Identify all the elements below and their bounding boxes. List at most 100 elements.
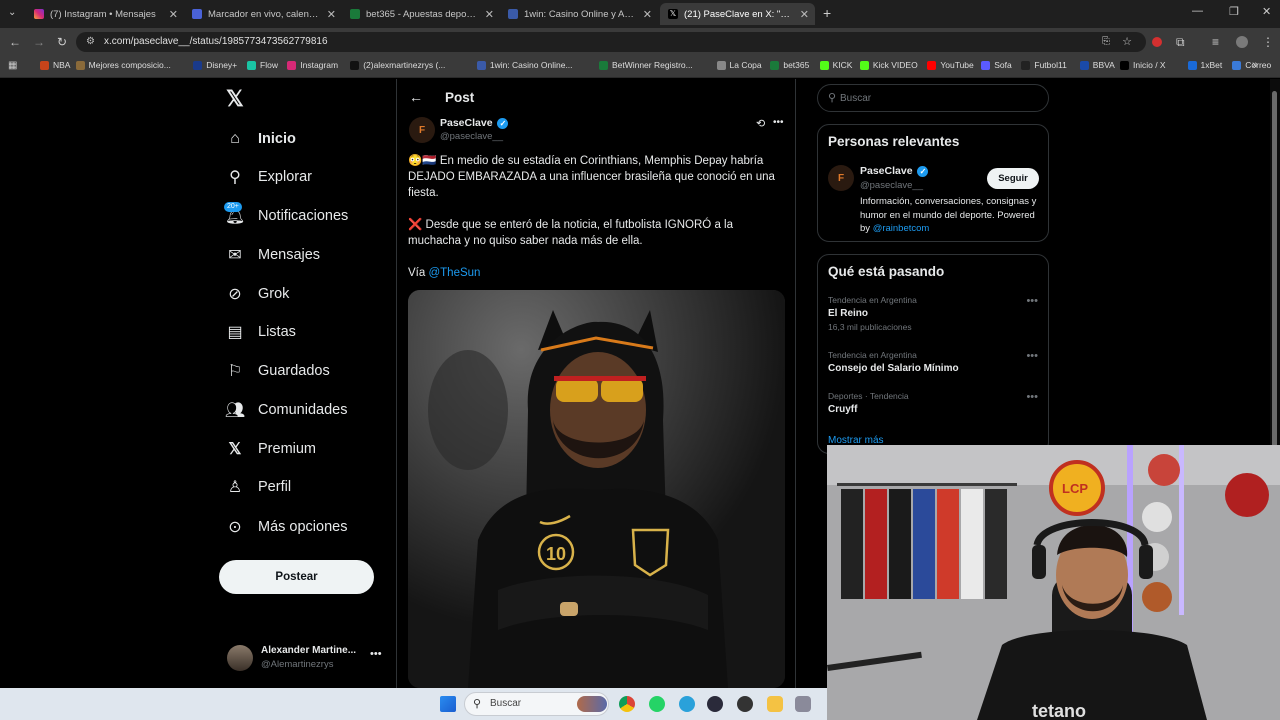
obs-icon[interactable] (737, 696, 753, 712)
bookmark-item[interactable]: BetWinner Registro... (598, 60, 693, 70)
author-avatar[interactable]: F (409, 117, 435, 143)
back-icon[interactable]: ← (9, 35, 21, 49)
apps-grid-icon[interactable]: ▦ (8, 60, 17, 71)
bookmark-item[interactable]: Flow (247, 60, 278, 70)
bookmark-item[interactable]: KICK (819, 60, 852, 70)
list-icon: ▤ (227, 324, 243, 341)
bookmark-item[interactable]: YouTube (927, 60, 974, 70)
page-title: Post (445, 90, 475, 105)
sidebar-item-explorar[interactable]: ⚲ Explorar (224, 162, 312, 192)
sidebar-item-notificaciones[interactable]: 🔔︎ 20+ Notificaciones (224, 201, 348, 231)
bookmark-item[interactable]: Inicio / X (1120, 60, 1166, 70)
tab-instagram[interactable]: (7) Instagram • Mensajes ✕ (28, 3, 178, 25)
tab-search-icon[interactable]: ⌄ (8, 7, 16, 18)
bookmark-item[interactable]: 1win: Casino Online... (476, 60, 573, 70)
forward-icon[interactable]: → (33, 35, 45, 49)
tab-marcador[interactable]: Marcador en vivo, calendario y ✕ (186, 3, 336, 25)
app-icon[interactable] (707, 696, 723, 712)
bookmark-favicon-icon (350, 60, 360, 70)
windows-start-icon[interactable] (440, 696, 456, 712)
trend-item[interactable]: Deportes · Tendencia Cruyff (828, 391, 1040, 415)
bookmark-item[interactable]: La Copa (716, 60, 762, 70)
close-icon[interactable]: ✕ (485, 8, 494, 21)
relevant-avatar[interactable]: F (828, 165, 854, 191)
install-icon[interactable]: ⎘ (1102, 32, 1110, 52)
scrollbar-thumb[interactable] (1272, 91, 1277, 451)
site-info-icon[interactable]: ⚙ (86, 32, 95, 52)
bookmark-item[interactable]: Sofa (981, 60, 1012, 70)
bookmark-favicon-icon (770, 60, 780, 70)
bookmark-item[interactable]: NBA (40, 60, 70, 70)
trend-context: Tendencia en Argentina (828, 350, 917, 360)
more-icon[interactable]: ••• (370, 648, 382, 660)
trend-item[interactable]: Tendencia en Argentina Consejo del Salar… (828, 350, 1040, 374)
sidebar-item-listas[interactable]: ▤ Listas (224, 317, 295, 347)
bookmark-item[interactable]: BBVA (1079, 60, 1115, 70)
bio-link[interactable]: @rainbetcom (873, 223, 930, 234)
post-image[interactable]: 10 (408, 290, 785, 688)
chrome-icon[interactable] (619, 696, 635, 712)
more-icon[interactable]: ••• (1026, 350, 1038, 362)
extension-red-icon[interactable] (1152, 37, 1162, 47)
tab-bet365[interactable]: bet365 - Apuestas deportivas e ✕ (344, 3, 494, 25)
taskbar-search[interactable]: ⚲ Buscar (464, 692, 609, 716)
whatsapp-icon[interactable] (649, 696, 665, 712)
search-box[interactable]: ⚲ Buscar (817, 84, 1049, 112)
more-bookmarks-icon[interactable]: » (1252, 59, 1258, 71)
reload-icon[interactable]: ↻ (57, 35, 67, 49)
account-switcher[interactable]: Alexander Martine... @Alemartinezrys ••• (224, 640, 384, 678)
media-controls-icon[interactable]: ≡ (1212, 35, 1219, 49)
relevant-name-row[interactable]: PaseClave ✓ (860, 165, 929, 177)
bookmark-label: Instagram (300, 60, 339, 70)
minimize-icon[interactable]: — (1192, 5, 1203, 17)
follow-button[interactable]: Seguir (987, 168, 1039, 189)
sidebar-item-guardados[interactable]: ⚐ Guardados (224, 356, 330, 386)
file-explorer-icon[interactable] (767, 696, 783, 712)
bookmark-item[interactable]: 1xBet (1187, 60, 1222, 70)
via-link[interactable]: @TheSun (428, 267, 480, 279)
bookmark-item[interactable]: Futbol11 (1021, 60, 1067, 70)
sidebar-item-comunidades[interactable]: 👥︎ Comunidades (224, 395, 348, 425)
bookmark-item[interactable]: Instagram (287, 60, 338, 70)
x-logo-icon[interactable]: 𝕏 (226, 86, 244, 112)
bookmark-item[interactable]: Kick VIDEO (859, 60, 918, 70)
star-icon[interactable]: ☆ (1122, 32, 1132, 52)
new-tab-icon[interactable]: + (823, 5, 831, 21)
telegram-icon[interactable] (679, 696, 695, 712)
back-arrow-icon[interactable]: ← (409, 89, 423, 105)
bookmark-item[interactable]: Disney+ (193, 60, 237, 70)
author-name-row[interactable]: PaseClave ✓ (440, 117, 509, 129)
maximize-icon[interactable]: ❐ (1229, 5, 1239, 18)
more-circle-icon: ⊙ (228, 519, 242, 536)
extensions-icon[interactable]: ⧉ (1176, 35, 1185, 49)
more-icon[interactable]: ••• (773, 117, 784, 128)
close-window-icon[interactable]: ✕ (1262, 5, 1271, 18)
post-button[interactable]: Postear (219, 560, 374, 594)
sidebar-item-mas-opciones[interactable]: ⊙ Más opciones (224, 512, 347, 542)
more-icon[interactable]: ••• (1026, 391, 1038, 403)
sidebar-item-mensajes[interactable]: ✉ Mensajes (224, 240, 320, 270)
tab-x-post[interactable]: 𝕏 (21) PaseClave en X: "😳🇳🇱 En m ✕ (660, 3, 815, 25)
menu-icon[interactable]: ⋮ (1262, 35, 1274, 49)
bookmark-item[interactable]: (2)alexmartinezrys (... (350, 60, 445, 70)
grok-explain-icon[interactable]: ⟲ (756, 117, 765, 130)
bookmark-item[interactable]: Mejores composicio... (75, 60, 171, 70)
bookmark-item[interactable]: bet365 (770, 60, 809, 70)
app-grid-icon[interactable] (795, 696, 811, 712)
close-icon[interactable]: ✕ (800, 8, 809, 21)
sidebar-item-grok[interactable]: ⊘ Grok (224, 279, 289, 309)
sidebar-item-premium[interactable]: 𝕏 Premium (224, 434, 316, 464)
bookmarks-bar: ▦ NBA Mejores composicio... Disney+ Flow Ins… (0, 56, 1280, 78)
trend-context: Tendencia en Argentina (828, 295, 917, 305)
bet365-favicon-icon (350, 9, 360, 19)
sidebar-item-inicio[interactable]: ⌂ Inicio (224, 124, 296, 154)
close-icon[interactable]: ✕ (169, 8, 178, 21)
close-icon[interactable]: ✕ (643, 8, 652, 21)
tab-1win[interactable]: 1win: Casino Online y Apuestas ✕ (502, 3, 652, 25)
profile-icon[interactable] (1236, 36, 1248, 48)
trend-item[interactable]: Tendencia en Argentina El Reino 16,3 mil… (828, 295, 1040, 332)
more-icon[interactable]: ••• (1026, 295, 1038, 307)
address-bar[interactable]: ⚙ x.com/paseclave__/status/1985773473562… (76, 32, 1146, 52)
sidebar-item-perfil[interactable]: ♙ Perfil (224, 472, 291, 502)
close-icon[interactable]: ✕ (327, 8, 336, 21)
